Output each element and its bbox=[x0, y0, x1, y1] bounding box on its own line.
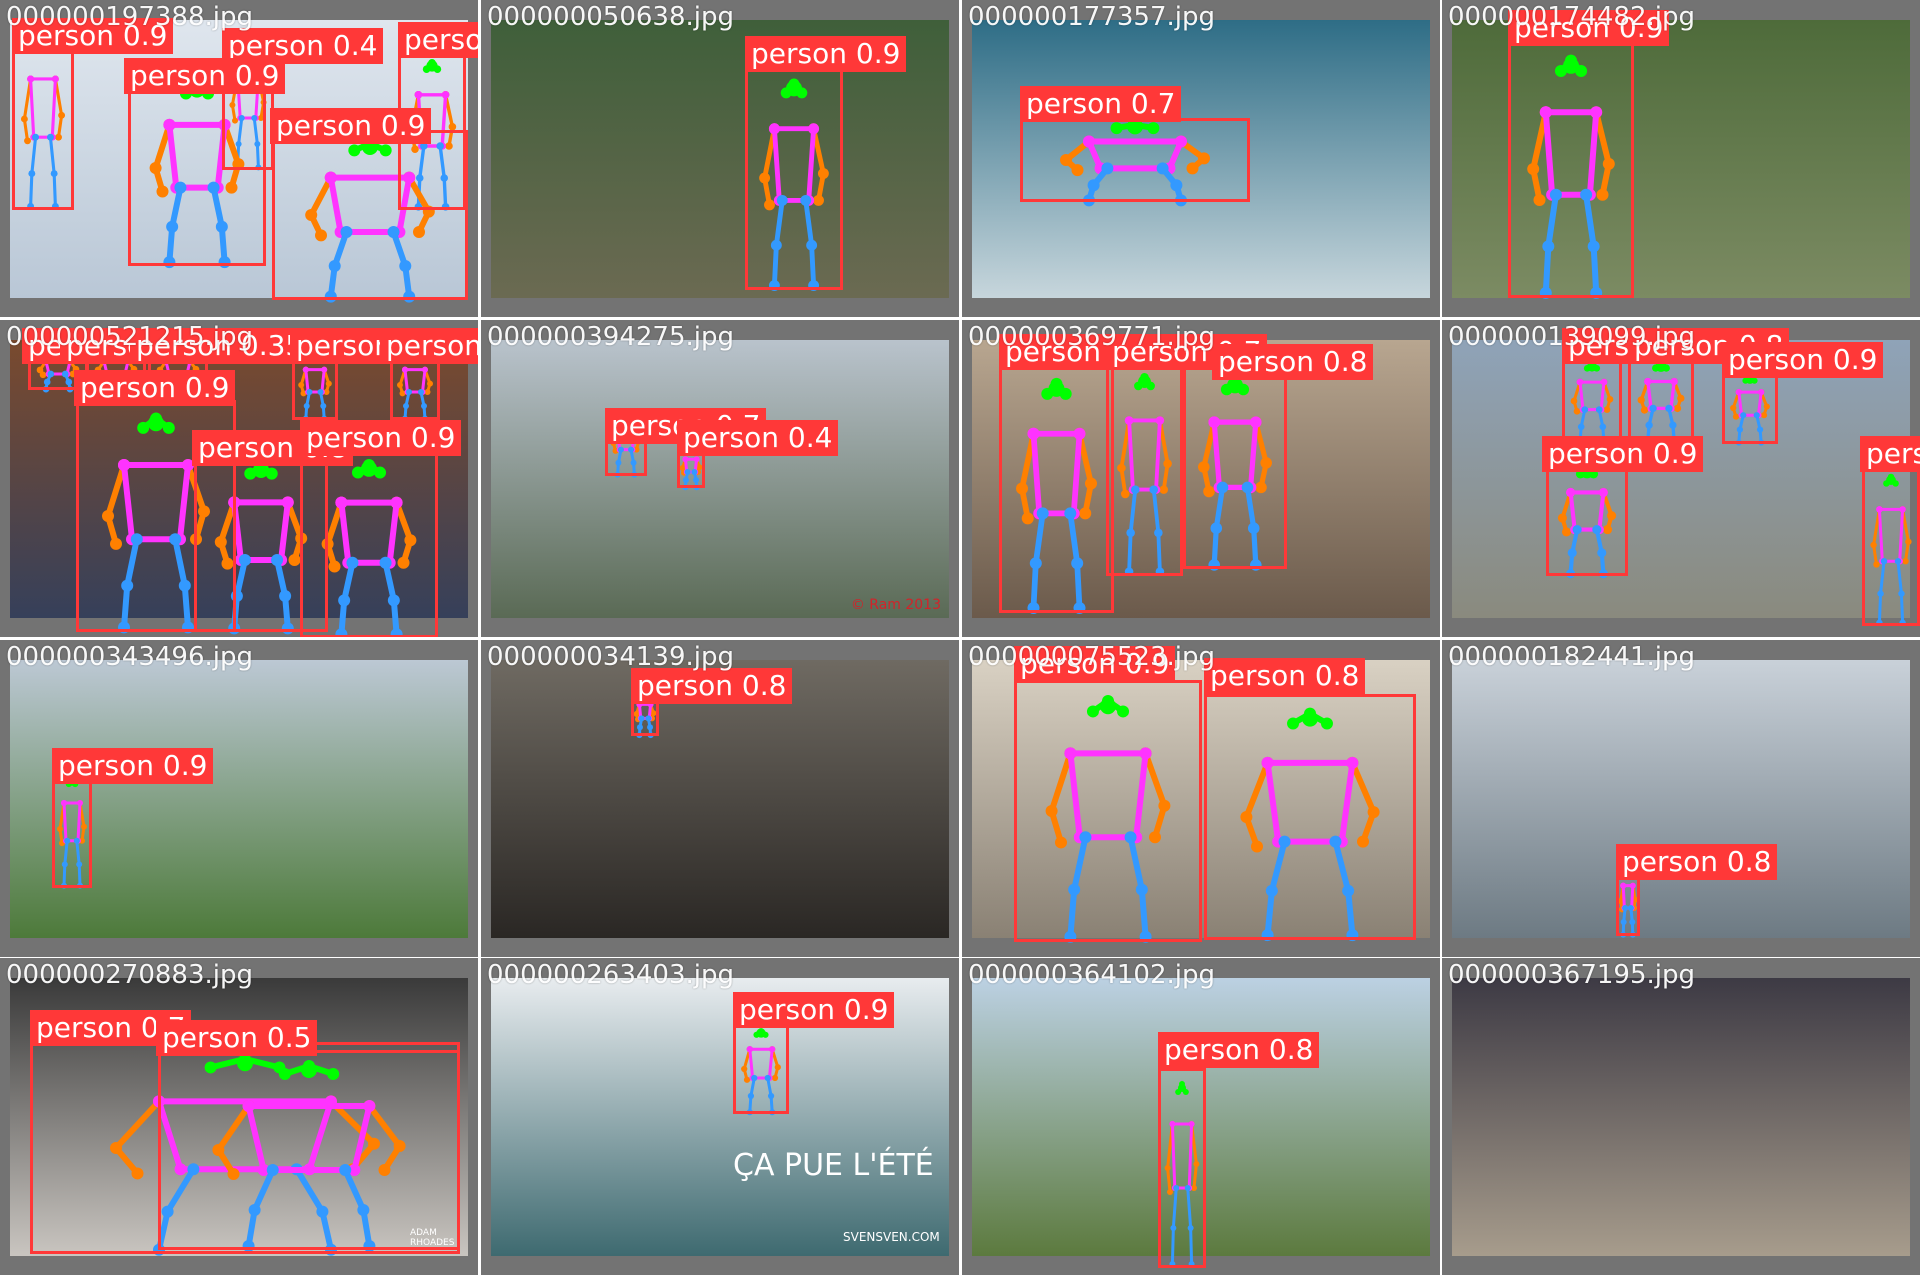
mosaic-tile: person 0.9 000000263403.jpg ÇA PUE L'ÉTÉ SV… bbox=[481, 958, 959, 1275]
mosaic-tile: person 0.7 000000177357.jpg bbox=[962, 0, 1440, 317]
photo-credit: ADAM RHOADES bbox=[410, 1228, 455, 1248]
photo-site-text: SVENSVEN.COM bbox=[843, 1230, 940, 1244]
mosaic-tile: person 0.9 person 0.7 person 0.8 0000003697… bbox=[962, 320, 1440, 637]
filename-label: 000000139099.jpg bbox=[1448, 322, 1695, 352]
detection-box bbox=[300, 450, 438, 637]
detection-box bbox=[1204, 694, 1416, 940]
detection-label: person 0.8 bbox=[631, 668, 793, 704]
mosaic-tile: person 0.7person 0.4000000394275.jpg© Ra… bbox=[481, 320, 959, 637]
filename-label: 000000263403.jpg bbox=[487, 960, 734, 990]
detection-box bbox=[1014, 680, 1202, 942]
detection-box bbox=[128, 70, 266, 266]
filename-label: 000000364102.jpg bbox=[968, 960, 1215, 990]
detection-box bbox=[999, 364, 1114, 613]
mosaic-grid: person 0.9person 0.4person 0.9person 0.9… bbox=[0, 0, 1920, 1280]
filename-label: 000000343496.jpg bbox=[6, 642, 253, 672]
mosaic-tile: person 0.8 000000364102.jpg bbox=[962, 958, 1440, 1275]
mosaic-tile: 000000367195.jpg bbox=[1442, 958, 1920, 1275]
mosaic-tile: person 0.9person 0.8person 0.9person 0.9… bbox=[1442, 320, 1920, 637]
pose-overlay bbox=[1617, 868, 1639, 938]
detection-label: person 0.8 bbox=[380, 328, 478, 364]
detection-label: person 0.9 bbox=[52, 748, 214, 784]
detection-label: person 0.5 bbox=[156, 1020, 318, 1056]
detection-box bbox=[745, 66, 843, 290]
detection-box bbox=[1562, 358, 1622, 444]
detection-label: person 0.9 bbox=[398, 22, 478, 58]
detection-label: person 0.9 bbox=[270, 108, 432, 144]
detection-label: person 0.9 bbox=[124, 58, 286, 94]
pose-overlay bbox=[610, 412, 703, 491]
filename-label: 000000177357.jpg bbox=[968, 2, 1215, 32]
filename-label: 000000521215.jpg bbox=[6, 322, 253, 352]
filename-label: 000000367195.jpg bbox=[1448, 960, 1695, 990]
detection-label: person 0.8 bbox=[1204, 658, 1366, 694]
detection-box bbox=[1106, 360, 1183, 576]
detection-label: person 0.9 bbox=[733, 992, 895, 1028]
detection-box bbox=[1183, 365, 1287, 569]
detection-box bbox=[158, 1050, 460, 1250]
filename-label: 000000050638.jpg bbox=[487, 2, 734, 32]
filename-label: 000000270883.jpg bbox=[6, 960, 253, 990]
photo-title-text: ÇA PUE L'ÉTÉ bbox=[733, 1148, 934, 1183]
detection-label: person 0.9 bbox=[300, 420, 462, 456]
detection-label: person 0.8 bbox=[1616, 844, 1778, 880]
detection-label: person 0.9 bbox=[1860, 436, 1920, 472]
detection-box bbox=[1628, 358, 1694, 442]
detection-label: person 0.9 bbox=[745, 36, 907, 72]
detection-label: person 0.9 bbox=[74, 370, 236, 406]
mosaic-tile: person 0.9 000000174482.jpg bbox=[1442, 0, 1920, 317]
mosaic-tile: person 0.9person 0.4person 0.9person 0.9… bbox=[0, 0, 478, 317]
mosaic-tile: person 0.9 000000050638.jpg bbox=[481, 0, 959, 317]
mosaic-tile: person 0.9 person 0.8 000000075523.jpg bbox=[962, 640, 1440, 957]
mosaic-tile: person 0.8 000000182441.jpg bbox=[1442, 640, 1920, 957]
detection-box bbox=[52, 770, 92, 888]
detection-label: person 0.4 bbox=[677, 420, 839, 456]
detection-box bbox=[272, 130, 468, 300]
mosaic-tile: person 0.8 000000034139.jpg bbox=[481, 640, 959, 957]
photo-credit: © Ram 2013 bbox=[850, 597, 941, 613]
detection-box bbox=[1508, 40, 1634, 298]
filename-label: 000000075523.jpg bbox=[968, 642, 1215, 672]
detection-label: person 0.9 bbox=[1722, 342, 1884, 378]
filename-label: 000000034139.jpg bbox=[487, 642, 734, 672]
filename-label: 000000182441.jpg bbox=[1448, 642, 1695, 672]
detection-box bbox=[1862, 464, 1920, 626]
filename-label: 000000394275.jpg bbox=[487, 322, 734, 352]
detection-box bbox=[733, 1024, 789, 1114]
detection-label: person 0.7 bbox=[1020, 86, 1182, 122]
filename-label: 000000369771.jpg bbox=[968, 322, 1215, 352]
detection-box bbox=[1546, 460, 1628, 576]
pose-overlay bbox=[1442, 958, 1920, 1275]
mosaic-tile: person 0.7 person 0.5 000000270883.jpg ADAM… bbox=[0, 958, 478, 1275]
detection-box bbox=[12, 28, 74, 210]
filename-label: 000000197388.jpg bbox=[6, 2, 253, 32]
detection-box bbox=[1722, 372, 1778, 444]
detection-label: person 0.8 bbox=[1212, 344, 1374, 380]
detection-label: person 0.9 bbox=[1542, 436, 1704, 472]
filename-label: 000000174482.jpg bbox=[1448, 2, 1695, 32]
mosaic-tile: person 0.9 000000343496.jpg bbox=[0, 640, 478, 957]
mosaic-tile: person 0.9person 0.9person 0.35person 0.… bbox=[0, 320, 478, 637]
detection-box bbox=[1020, 118, 1250, 202]
detection-label: person 0.8 bbox=[1158, 1032, 1320, 1068]
detection-box bbox=[1158, 1068, 1206, 1268]
